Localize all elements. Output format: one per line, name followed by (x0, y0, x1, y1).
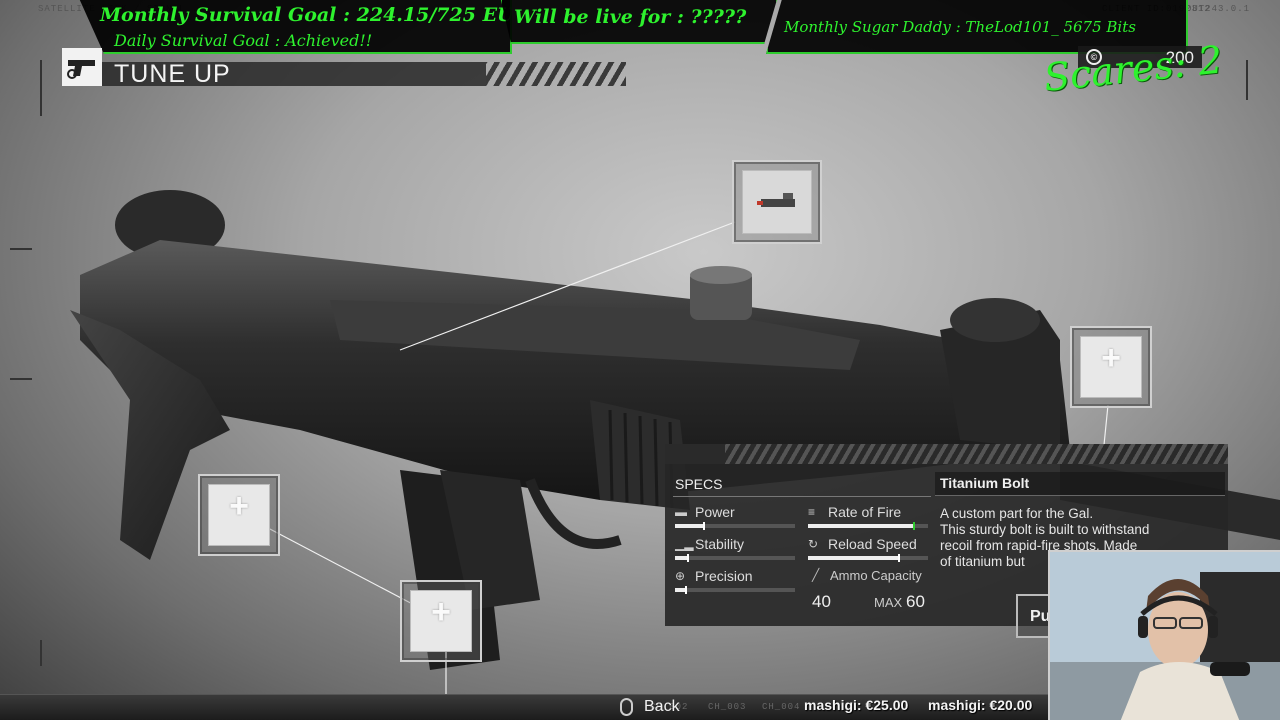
stability-icon: ▁▂ (675, 537, 694, 551)
specs-divider (673, 496, 931, 497)
plus-icon: + (431, 593, 451, 631)
hud-tick (40, 640, 42, 666)
hud-micro-right: OUT243.0.1 (1185, 4, 1250, 14)
live-timer-overlay: Will be live for : ????? (500, 0, 778, 44)
donation-1: mashigi: €25.00 (804, 697, 908, 713)
stat-stability: ▁▂ Stability (675, 536, 795, 562)
stat-marker (913, 522, 915, 530)
daily-goal-text: Daily Survival Goal : Achieved!! (114, 31, 373, 50)
stat-fill (808, 524, 914, 528)
hud-tick (1246, 60, 1248, 100)
rate-icon: ≡ (808, 505, 816, 519)
monthly-goal-text: Monthly Survival Goal : 224.15/725 EU (100, 4, 514, 26)
reload-icon: ↻ (808, 537, 819, 551)
back-label: Back (644, 698, 680, 715)
donation-user: mashigi: (804, 697, 862, 713)
stat-marker (687, 554, 689, 562)
hud-tick (40, 60, 42, 116)
stat-fill (808, 556, 898, 560)
part-title: Titanium Bolt (940, 475, 1030, 491)
bolt-part-icon (757, 193, 795, 207)
stat-rate-of-fire: ≡ Rate of Fire (808, 504, 928, 530)
stat-track (808, 554, 928, 562)
donation-user: mashigi: (928, 697, 986, 713)
page-title: TUNE UP (114, 60, 231, 88)
stock-slot[interactable]: + (198, 474, 280, 556)
crosshair-icon: ⊕ (675, 569, 686, 583)
donation-amount: €20.00 (989, 697, 1033, 713)
stat-marker (685, 586, 687, 594)
specs-label: SPECS (675, 476, 723, 492)
specs-header-stripes (665, 444, 1228, 464)
stat-track (675, 586, 795, 594)
mouse-icon (620, 698, 633, 716)
hud-tick (10, 248, 32, 250)
slot-inner (742, 170, 812, 234)
stat-label: Reload Speed (828, 536, 917, 552)
stat-power: ▬ Power (675, 504, 795, 530)
stat-track (808, 522, 928, 530)
part-desc-line: This sturdy bolt is built to withstand (940, 522, 1150, 537)
bottom-micro: CH_003 (708, 702, 747, 712)
sight-slot[interactable]: + (1070, 326, 1152, 408)
part-desc-line: A custom part for the Gal. (940, 506, 1094, 521)
streamer-image (1050, 552, 1280, 720)
live-timer-text: Will be live for : ????? (514, 6, 747, 28)
gun-icon: ▬ (675, 505, 687, 519)
grip-slot[interactable]: + (400, 580, 482, 662)
plus-icon: + (1101, 339, 1121, 377)
stat-label: Rate of Fire (828, 504, 902, 520)
part-title-bar: Titanium Bolt (935, 472, 1225, 496)
ammo-max: 60 (906, 592, 925, 611)
donation-amount: €25.00 (865, 697, 909, 713)
stat-fill (675, 524, 705, 528)
stat-fill (675, 556, 687, 560)
ammo-current: 40 (812, 592, 831, 611)
stat-marker (703, 522, 705, 530)
ammo-icon: ╱ (812, 568, 820, 582)
stat-marker (898, 554, 900, 562)
bottom-micro: CH_004 (762, 702, 801, 712)
stat-fill (675, 588, 685, 592)
ammo-max-label: MAX (874, 595, 903, 610)
stat-label: Stability (695, 536, 745, 552)
stat-label: Precision (695, 568, 753, 584)
stat-reload-speed: ↻ Reload Speed (808, 536, 928, 562)
donation-2: mashigi: €20.00 (928, 697, 1032, 713)
header-stripes (486, 62, 626, 86)
webcam-feed (1048, 550, 1280, 720)
survival-goal-overlay: Monthly Survival Goal : 224.15/725 EU Da… (78, 0, 512, 54)
pistol-icon (62, 48, 102, 86)
stat-precision: ⊕ Precision (675, 568, 795, 594)
bolt-slot[interactable] (732, 160, 822, 244)
plus-icon: + (229, 487, 249, 525)
specs-header-block (665, 444, 725, 464)
sugar-daddy-text: Monthly Sugar Daddy : TheLod101_ 5675 Bi… (784, 18, 1136, 36)
stat-track (675, 522, 795, 530)
stat-track (675, 554, 795, 562)
stat-label: Power (695, 504, 735, 520)
hud-tick (10, 378, 32, 380)
ammo-label: Ammo Capacity (830, 568, 922, 583)
